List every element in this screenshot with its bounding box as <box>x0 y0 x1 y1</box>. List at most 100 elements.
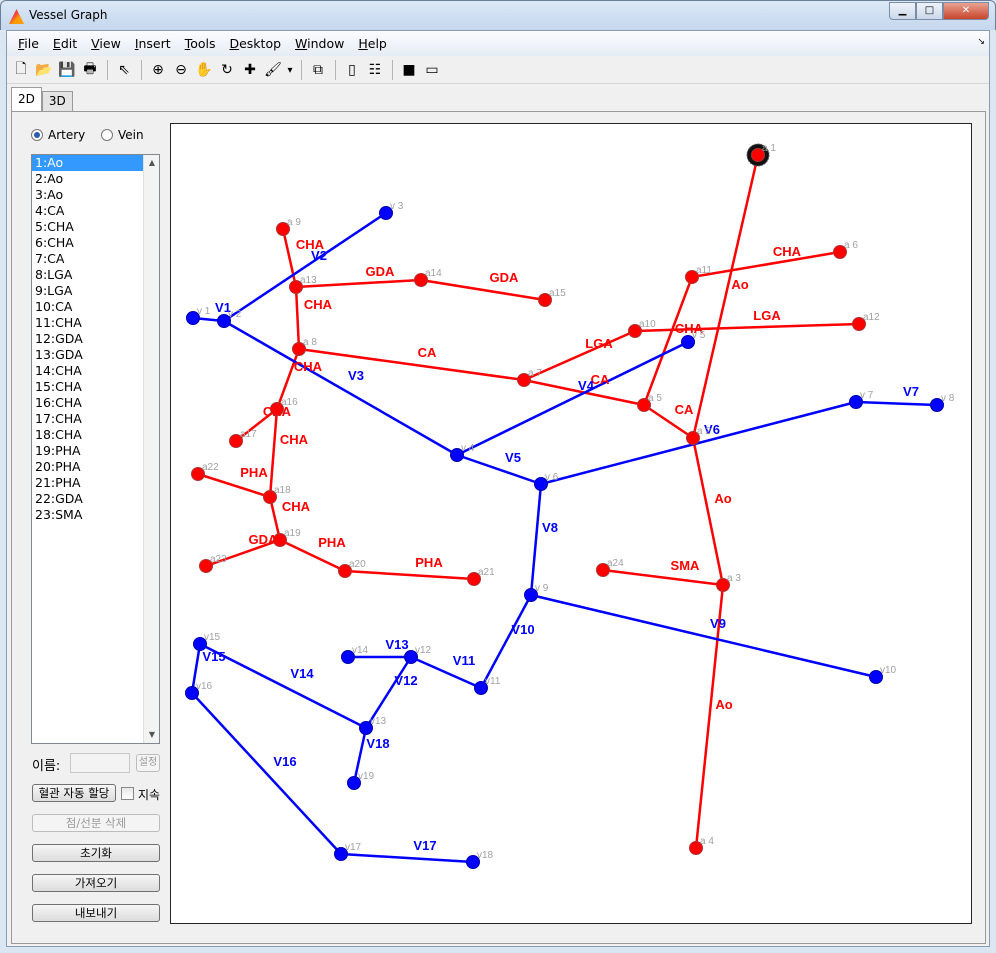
tab-2d[interactable]: 2D <box>11 87 42 111</box>
delete-point-segment-button[interactable]: 점/선분 삭제 <box>32 814 160 832</box>
graph-axes[interactable]: Ao Ao Ao CA CA CA LGA LGA CHA CHA CHA CHA GDA GDA CHA C… <box>170 123 972 924</box>
data-cursor-icon[interactable]: ✚ <box>239 59 261 81</box>
zoom-out-icon[interactable]: ⊖ <box>170 59 192 81</box>
list-item[interactable]: 20:PHA <box>32 459 144 475</box>
list-item[interactable]: 6:CHA <box>32 235 144 251</box>
menu-view[interactable]: View <box>84 36 128 51</box>
artery-edge-a10-a12[interactable] <box>634 322 860 333</box>
scroll-down-arrow-icon[interactable]: ▼ <box>144 727 159 743</box>
name-input[interactable] <box>70 753 130 773</box>
menu-help[interactable]: Help <box>351 36 394 51</box>
export-button[interactable]: 내보내기 <box>32 904 160 922</box>
open-folder-icon[interactable]: 📂 <box>33 59 55 81</box>
minimize-button[interactable]: ▁ <box>889 2 916 20</box>
auto-assign-button[interactable]: 혈관 자동 할당 <box>32 784 116 802</box>
artery-edge-a14-a15[interactable] <box>420 278 546 302</box>
brush-dropdown-icon[interactable]: ▾ <box>285 59 295 81</box>
hide-plot-tools-icon[interactable]: ■ <box>398 59 420 81</box>
colorbar-icon[interactable]: ▯ <box>341 59 363 81</box>
rotate-3d-icon[interactable]: ↻ <box>216 59 238 81</box>
link-plot-icon[interactable]: ⧉ <box>307 59 329 81</box>
vein-edge-v4-v6[interactable] <box>456 453 542 486</box>
zoom-in-icon[interactable]: ⊕ <box>147 59 169 81</box>
vein-edge-v7-v8[interactable] <box>855 400 938 407</box>
menu-desktop[interactable]: Desktop <box>222 36 288 51</box>
artery-edge-a3-a24[interactable] <box>602 568 724 587</box>
artery-edge-a1-a2[interactable] <box>691 154 760 439</box>
list-item[interactable]: 19:PHA <box>32 443 144 459</box>
list-item[interactable]: 7:CA <box>32 251 144 267</box>
print-icon[interactable]: 🖶 <box>79 59 101 81</box>
brush-icon[interactable]: 🖌 <box>262 59 284 81</box>
list-item[interactable]: 21:PHA <box>32 475 144 491</box>
persist-checkbox[interactable] <box>121 787 134 800</box>
vein-edge-v2-v4[interactable] <box>223 319 458 457</box>
matlab-logo-icon <box>9 9 24 24</box>
list-item[interactable]: 13:GDA <box>32 347 144 363</box>
close-button[interactable]: ✕ <box>943 2 989 20</box>
artery-edge-a8-a13[interactable] <box>294 286 301 350</box>
vein-edge-v17-v18[interactable] <box>340 852 474 864</box>
menu-edit[interactable]: Edit <box>46 36 84 51</box>
dock-arrow-icon[interactable]: ↘ <box>977 37 985 47</box>
list-item[interactable]: 3:Ao <box>32 187 144 203</box>
list-item[interactable]: 15:CHA <box>32 379 144 395</box>
list-item[interactable]: 18:CHA <box>32 427 144 443</box>
set-button[interactable]: 설정 <box>136 754 160 772</box>
menu-file[interactable]: File <box>11 36 46 51</box>
list-item[interactable]: 2:Ao <box>32 171 144 187</box>
import-button[interactable]: 가져오기 <box>32 874 160 892</box>
node-label: a 7 <box>528 368 542 379</box>
list-item[interactable]: 16:CHA <box>32 395 144 411</box>
save-icon[interactable]: 💾 <box>56 59 78 81</box>
vein-edge-v9-v11[interactable] <box>479 594 533 689</box>
list-item[interactable]: 12:GDA <box>32 331 144 347</box>
vein-edge-v6-v9[interactable] <box>529 483 543 596</box>
listbox-scrollbar[interactable]: ▲ ▼ <box>143 155 159 743</box>
vein-edge-v16-v17[interactable] <box>191 692 342 855</box>
menu-tools[interactable]: Tools <box>178 36 223 51</box>
artery-edge-a7-a8[interactable] <box>298 347 525 382</box>
node-label: a12 <box>863 312 880 323</box>
legend-icon[interactable]: ☷ <box>364 59 386 81</box>
node-label: a20 <box>349 559 366 570</box>
new-file-icon[interactable]: 🗋 <box>10 59 32 81</box>
list-item[interactable]: 22:GDA <box>32 491 144 507</box>
menu-label: elp <box>367 36 387 51</box>
list-item[interactable]: 17:CHA <box>32 411 144 427</box>
scroll-up-arrow-icon[interactable]: ▲ <box>144 155 159 171</box>
list-item[interactable]: 4:CA <box>32 203 144 219</box>
artery-edge-a16-a18[interactable] <box>268 408 279 498</box>
node-label: v18 <box>477 850 494 861</box>
menu-label: dit <box>60 36 78 51</box>
vessel-graph[interactable]: AoAoAoCACACALGALGACHACHACHACHAGDA GDACHAC… <box>171 124 971 923</box>
reset-button[interactable]: 초기화 <box>32 844 160 862</box>
pan-hand-icon[interactable]: ✋ <box>193 59 215 81</box>
vein-radio[interactable]: Vein <box>101 128 144 142</box>
list-item[interactable]: 23:SMA <box>32 507 144 523</box>
maximize-button[interactable]: □ <box>916 2 943 20</box>
edge-label: PHA <box>240 465 268 480</box>
node-label: v 8 <box>941 393 955 404</box>
list-item[interactable]: 8:LGA <box>32 267 144 283</box>
artery-edge-a20-a21[interactable] <box>344 569 475 581</box>
menu-window[interactable]: Window <box>288 36 351 51</box>
list-item[interactable]: 5:CHA <box>32 219 144 235</box>
pointer-icon[interactable]: ⇖ <box>113 59 135 81</box>
menu-insert[interactable]: Insert <box>128 36 178 51</box>
menu-mnemonic: E <box>52 36 61 51</box>
artery-edge-a11-a6[interactable] <box>691 250 841 279</box>
show-plot-tools-icon[interactable]: ▭ <box>421 59 443 81</box>
list-item[interactable]: 10:CA <box>32 299 144 315</box>
vessel-listbox[interactable]: 1:Ao 2:Ao 3:Ao 4:CA 5:CHA 6:CHA 7:CA 8:LGA 9:LGA… <box>31 154 160 744</box>
menu-label: indow <box>307 36 345 51</box>
menu-label: ile <box>24 36 39 51</box>
tab-3d[interactable]: 3D <box>41 91 73 111</box>
list-item[interactable]: 14:CHA <box>32 363 144 379</box>
list-item[interactable]: 11:CHA <box>32 315 144 331</box>
vein-edge-v9-v10[interactable] <box>530 593 877 679</box>
list-item[interactable]: 9:LGA <box>32 283 144 299</box>
list-item[interactable]: 1:Ao <box>32 155 144 171</box>
edge-label: Ao <box>714 491 731 506</box>
artery-radio[interactable]: Artery <box>31 128 85 142</box>
